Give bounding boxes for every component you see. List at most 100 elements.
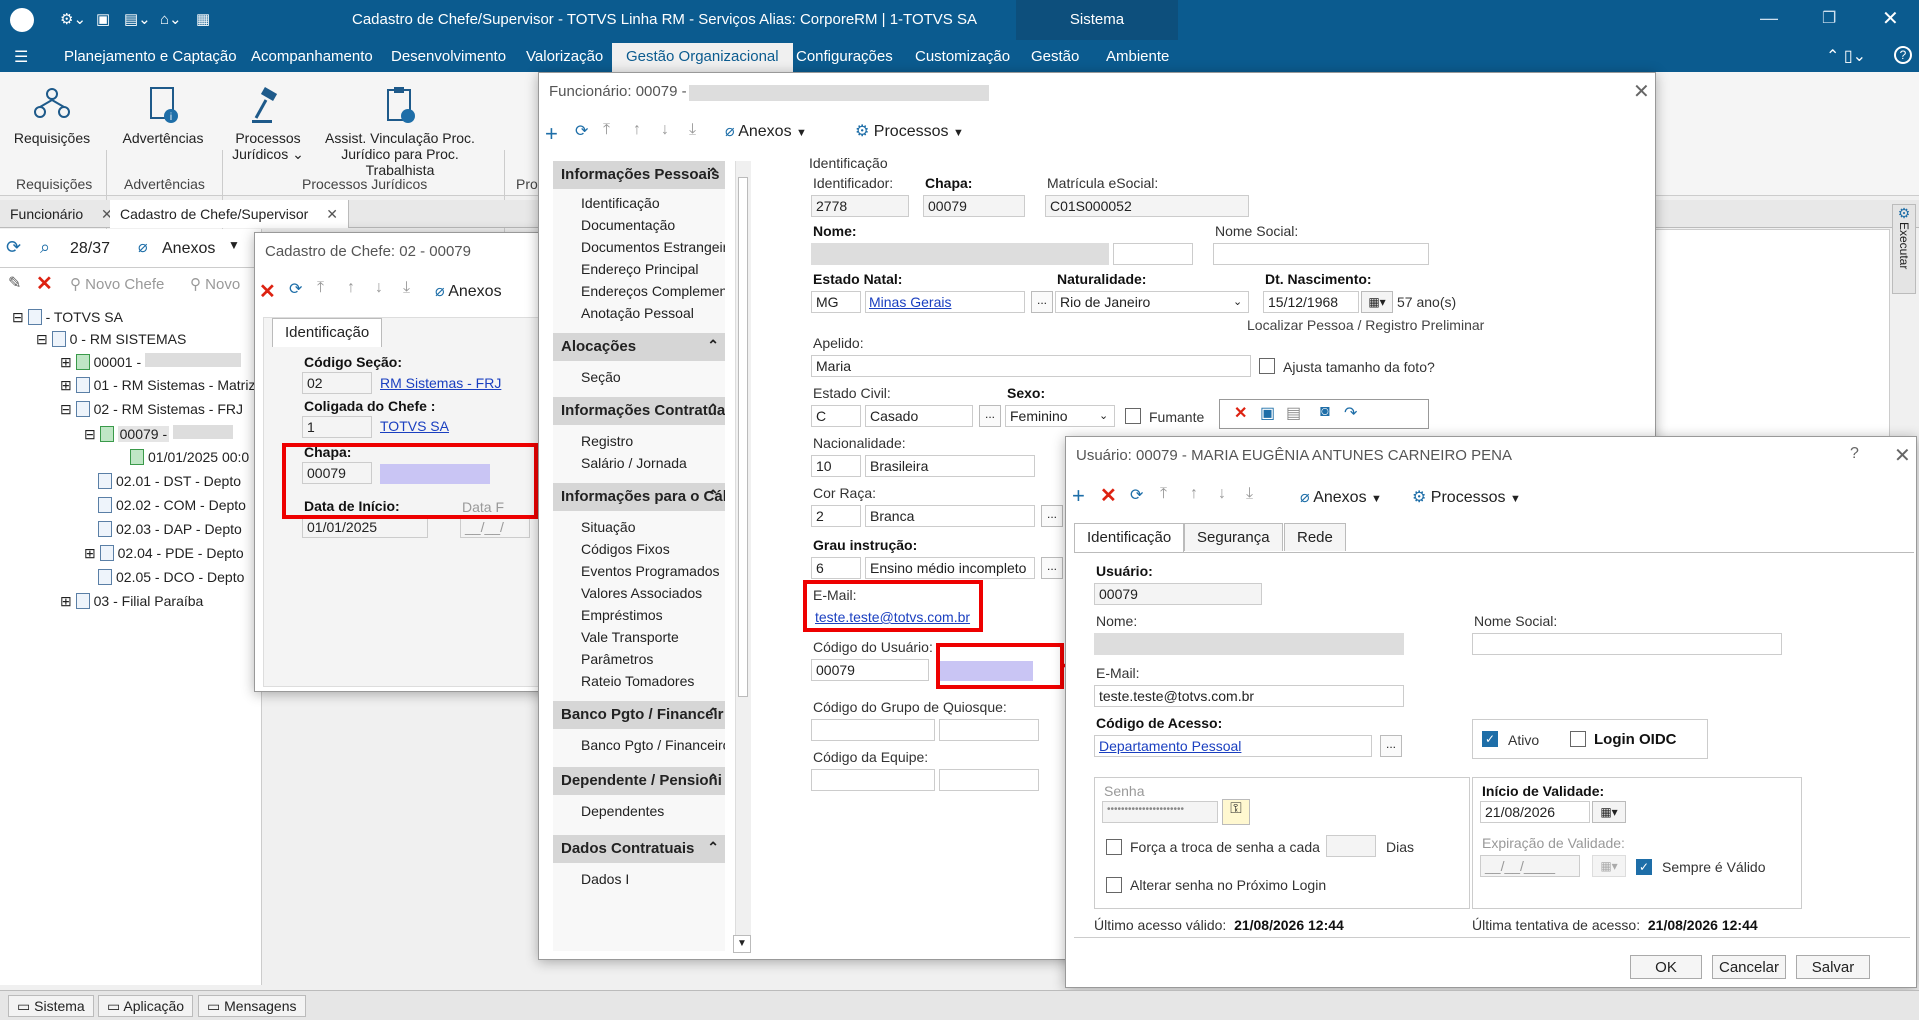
nome-field[interactable] (811, 243, 1109, 265)
collapse-icon[interactable]: ⌃ (707, 839, 719, 856)
data-fim-field[interactable]: __/__/ (460, 516, 530, 538)
cancel-button[interactable]: Cancelar (1712, 955, 1786, 979)
ativo-checkbox[interactable]: ✓ (1482, 731, 1498, 747)
section-banco[interactable]: Banco Pgto / Financeir ⌃ (553, 701, 725, 729)
nav-item[interactable]: Registro (581, 433, 633, 449)
tree-item[interactable]: 02.02 - COM - Depto (98, 497, 246, 513)
collapse-icon[interactable]: ⌃ (707, 401, 719, 418)
inicio-validade-field[interactable]: 21/08/2026 (1480, 801, 1590, 823)
close-icon[interactable]: ✕ (1882, 6, 1899, 31)
scroll-down-icon[interactable]: ▼ (733, 935, 751, 953)
sistema-button[interactable]: ▭ Sistema (8, 995, 94, 1017)
usuario-field[interactable]: 00079 (1094, 583, 1262, 605)
tab-funcionario[interactable]: Funcionário ✕ (0, 200, 124, 228)
nome-extra-field[interactable] (1113, 243, 1193, 265)
anexos-button[interactable]: ⌀ Anexos ▼ (725, 121, 807, 141)
nome-social-field[interactable] (1213, 243, 1429, 265)
paperclip-icon[interactable]: ⌀ (138, 237, 148, 257)
delete-icon[interactable]: ✕ (259, 279, 276, 304)
anexos-button[interactable]: ⌀ Anexos (435, 281, 502, 301)
calendar-icon[interactable]: ▦▾ (1361, 291, 1393, 313)
anexos-button[interactable]: ⌀ Anexos ▼ (1300, 487, 1382, 507)
save-button[interactable]: Salvar (1796, 955, 1870, 979)
view-icon[interactable]: ▣ (96, 10, 110, 28)
tree-item[interactable]: 02.05 - DCO - Depto (98, 569, 244, 585)
tree-item[interactable]: ⊞ 03 - Filial Paraíba (60, 593, 203, 610)
first-record-icon[interactable]: ⤒ (317, 279, 324, 297)
naturalidade-select[interactable]: Rio de Janeiro (1055, 291, 1249, 313)
lookup-button[interactable]: ... (1380, 735, 1402, 757)
cor-raca-code[interactable]: 2 (811, 505, 861, 527)
section-dependente[interactable]: Dependente / Pensioni ⌃ (553, 767, 725, 795)
nav-item[interactable]: Seção (581, 369, 621, 385)
last-record-icon[interactable]: ⤓ (403, 279, 410, 297)
last-record-icon[interactable]: ⤓ (1246, 485, 1253, 503)
nav-item[interactable]: Valores Associados (581, 585, 702, 601)
nav-item[interactable]: Endereço Principal (581, 261, 699, 277)
lookup-button[interactable]: ... (1041, 557, 1063, 579)
tree-item[interactable]: ⊞ 01 - RM Sistemas - Matriz (60, 377, 255, 394)
collapse-icon[interactable]: ⌃ (707, 705, 719, 722)
alterar-senha-checkbox[interactable] (1106, 877, 1122, 893)
close-icon[interactable]: ✕ (1894, 443, 1911, 468)
home-icon[interactable]: ⌂⌄ (160, 10, 182, 28)
nav-item[interactable]: Anotação Pessoal (581, 305, 694, 321)
sistema-tab[interactable]: Sistema (1016, 0, 1178, 40)
collapse-icon[interactable]: ⌃ (707, 165, 719, 182)
search-icon[interactable]: ⌕ (40, 237, 50, 258)
nav-item[interactable]: Endereços Complementa... (581, 283, 725, 299)
section-informacoes-contratuais[interactable]: Informações Contratuai ⌃ (553, 397, 725, 425)
help-icon[interactable]: ? (1894, 46, 1912, 64)
menu-gestao[interactable]: Gestão (1031, 48, 1079, 65)
nav-item[interactable]: Parâmetros (581, 651, 653, 667)
tree-item[interactable]: ⊟ 02 - RM Sistemas - FRJ (60, 401, 243, 418)
refresh-icon[interactable]: ⟳ (6, 237, 21, 258)
lookup-button[interactable]: ... (1041, 505, 1063, 527)
side-executar[interactable]: ⚙ Executar (1892, 204, 1916, 294)
rotate-icon[interactable]: ↷ (1344, 403, 1357, 423)
menu-planejamento[interactable]: Planejamento e Captação (64, 48, 237, 65)
first-record-icon[interactable]: ⤒ (1160, 485, 1167, 503)
coligada-field[interactable]: 1 (302, 416, 372, 438)
lookup-button[interactable]: ... (979, 405, 1001, 427)
add-icon[interactable]: + (545, 121, 558, 147)
nav-item[interactable]: Empréstimos (581, 607, 663, 623)
forca-troca-checkbox[interactable] (1106, 839, 1122, 855)
codigo-acesso-field[interactable]: Departamento Pessoal (1094, 735, 1372, 757)
tree-item[interactable]: 02.03 - DAP - Depto (98, 521, 242, 537)
nome-field[interactable] (1094, 633, 1404, 655)
equipe-field[interactable] (811, 769, 935, 791)
menu-valorizacao[interactable]: Valorização (526, 48, 603, 65)
coligada-link[interactable]: TOTVS SA (380, 418, 449, 434)
tree-item[interactable]: 02.01 - DST - Depto (98, 473, 241, 489)
novo-chefe-button[interactable]: ⚲ Novo Chefe (70, 275, 164, 293)
calendar-icon[interactable]: ▦▾ (1592, 801, 1626, 823)
nacionalidade-code[interactable]: 10 (811, 455, 861, 477)
tab-seguranca[interactable]: Segurança (1184, 523, 1283, 551)
nav-item[interactable]: Vale Transporte (581, 629, 679, 645)
nav-item[interactable]: Documentos Estrangeiros (581, 239, 725, 255)
tab-identificacao[interactable]: Identificação (1074, 523, 1185, 552)
nav-item[interactable]: Códigos Fixos (581, 541, 670, 557)
edit-icon[interactable]: ✎ (8, 273, 21, 293)
ajusta-foto-checkbox[interactable] (1259, 358, 1275, 374)
estado-natal-field[interactable]: MG (811, 291, 861, 313)
add-icon[interactable]: + (1072, 483, 1085, 509)
nav-scrollbar[interactable] (735, 161, 751, 951)
ok-button[interactable]: OK (1630, 955, 1702, 979)
nav-item[interactable]: Dados I (581, 871, 629, 887)
codigo-usuario-field[interactable]: 00079 (811, 659, 929, 681)
matricula-field[interactable]: C01S000052 (1045, 195, 1249, 217)
refresh-icon[interactable]: ⟳ (289, 279, 302, 299)
section-alocacoes[interactable]: Alocações ⌃ (553, 333, 725, 361)
tree-item[interactable]: ⊞ 00001 - (60, 353, 241, 371)
refresh-icon[interactable]: ⟳ (575, 121, 588, 141)
camera-icon[interactable]: ◙ (1320, 403, 1330, 421)
save-photo-icon[interactable]: ▤ (1286, 403, 1301, 423)
section-informacoes-calculo[interactable]: Informações para o Cál ⌃ (553, 483, 725, 511)
menu-desenvolvimento[interactable]: Desenvolvimento (391, 48, 506, 65)
next-record-icon[interactable]: ↓ (375, 279, 383, 297)
section-dados-contratuais[interactable]: Dados Contratuais ⌃ (553, 835, 725, 863)
refresh-icon[interactable]: ⟳ (1130, 485, 1143, 505)
nav-item[interactable]: Identificação (581, 195, 660, 211)
